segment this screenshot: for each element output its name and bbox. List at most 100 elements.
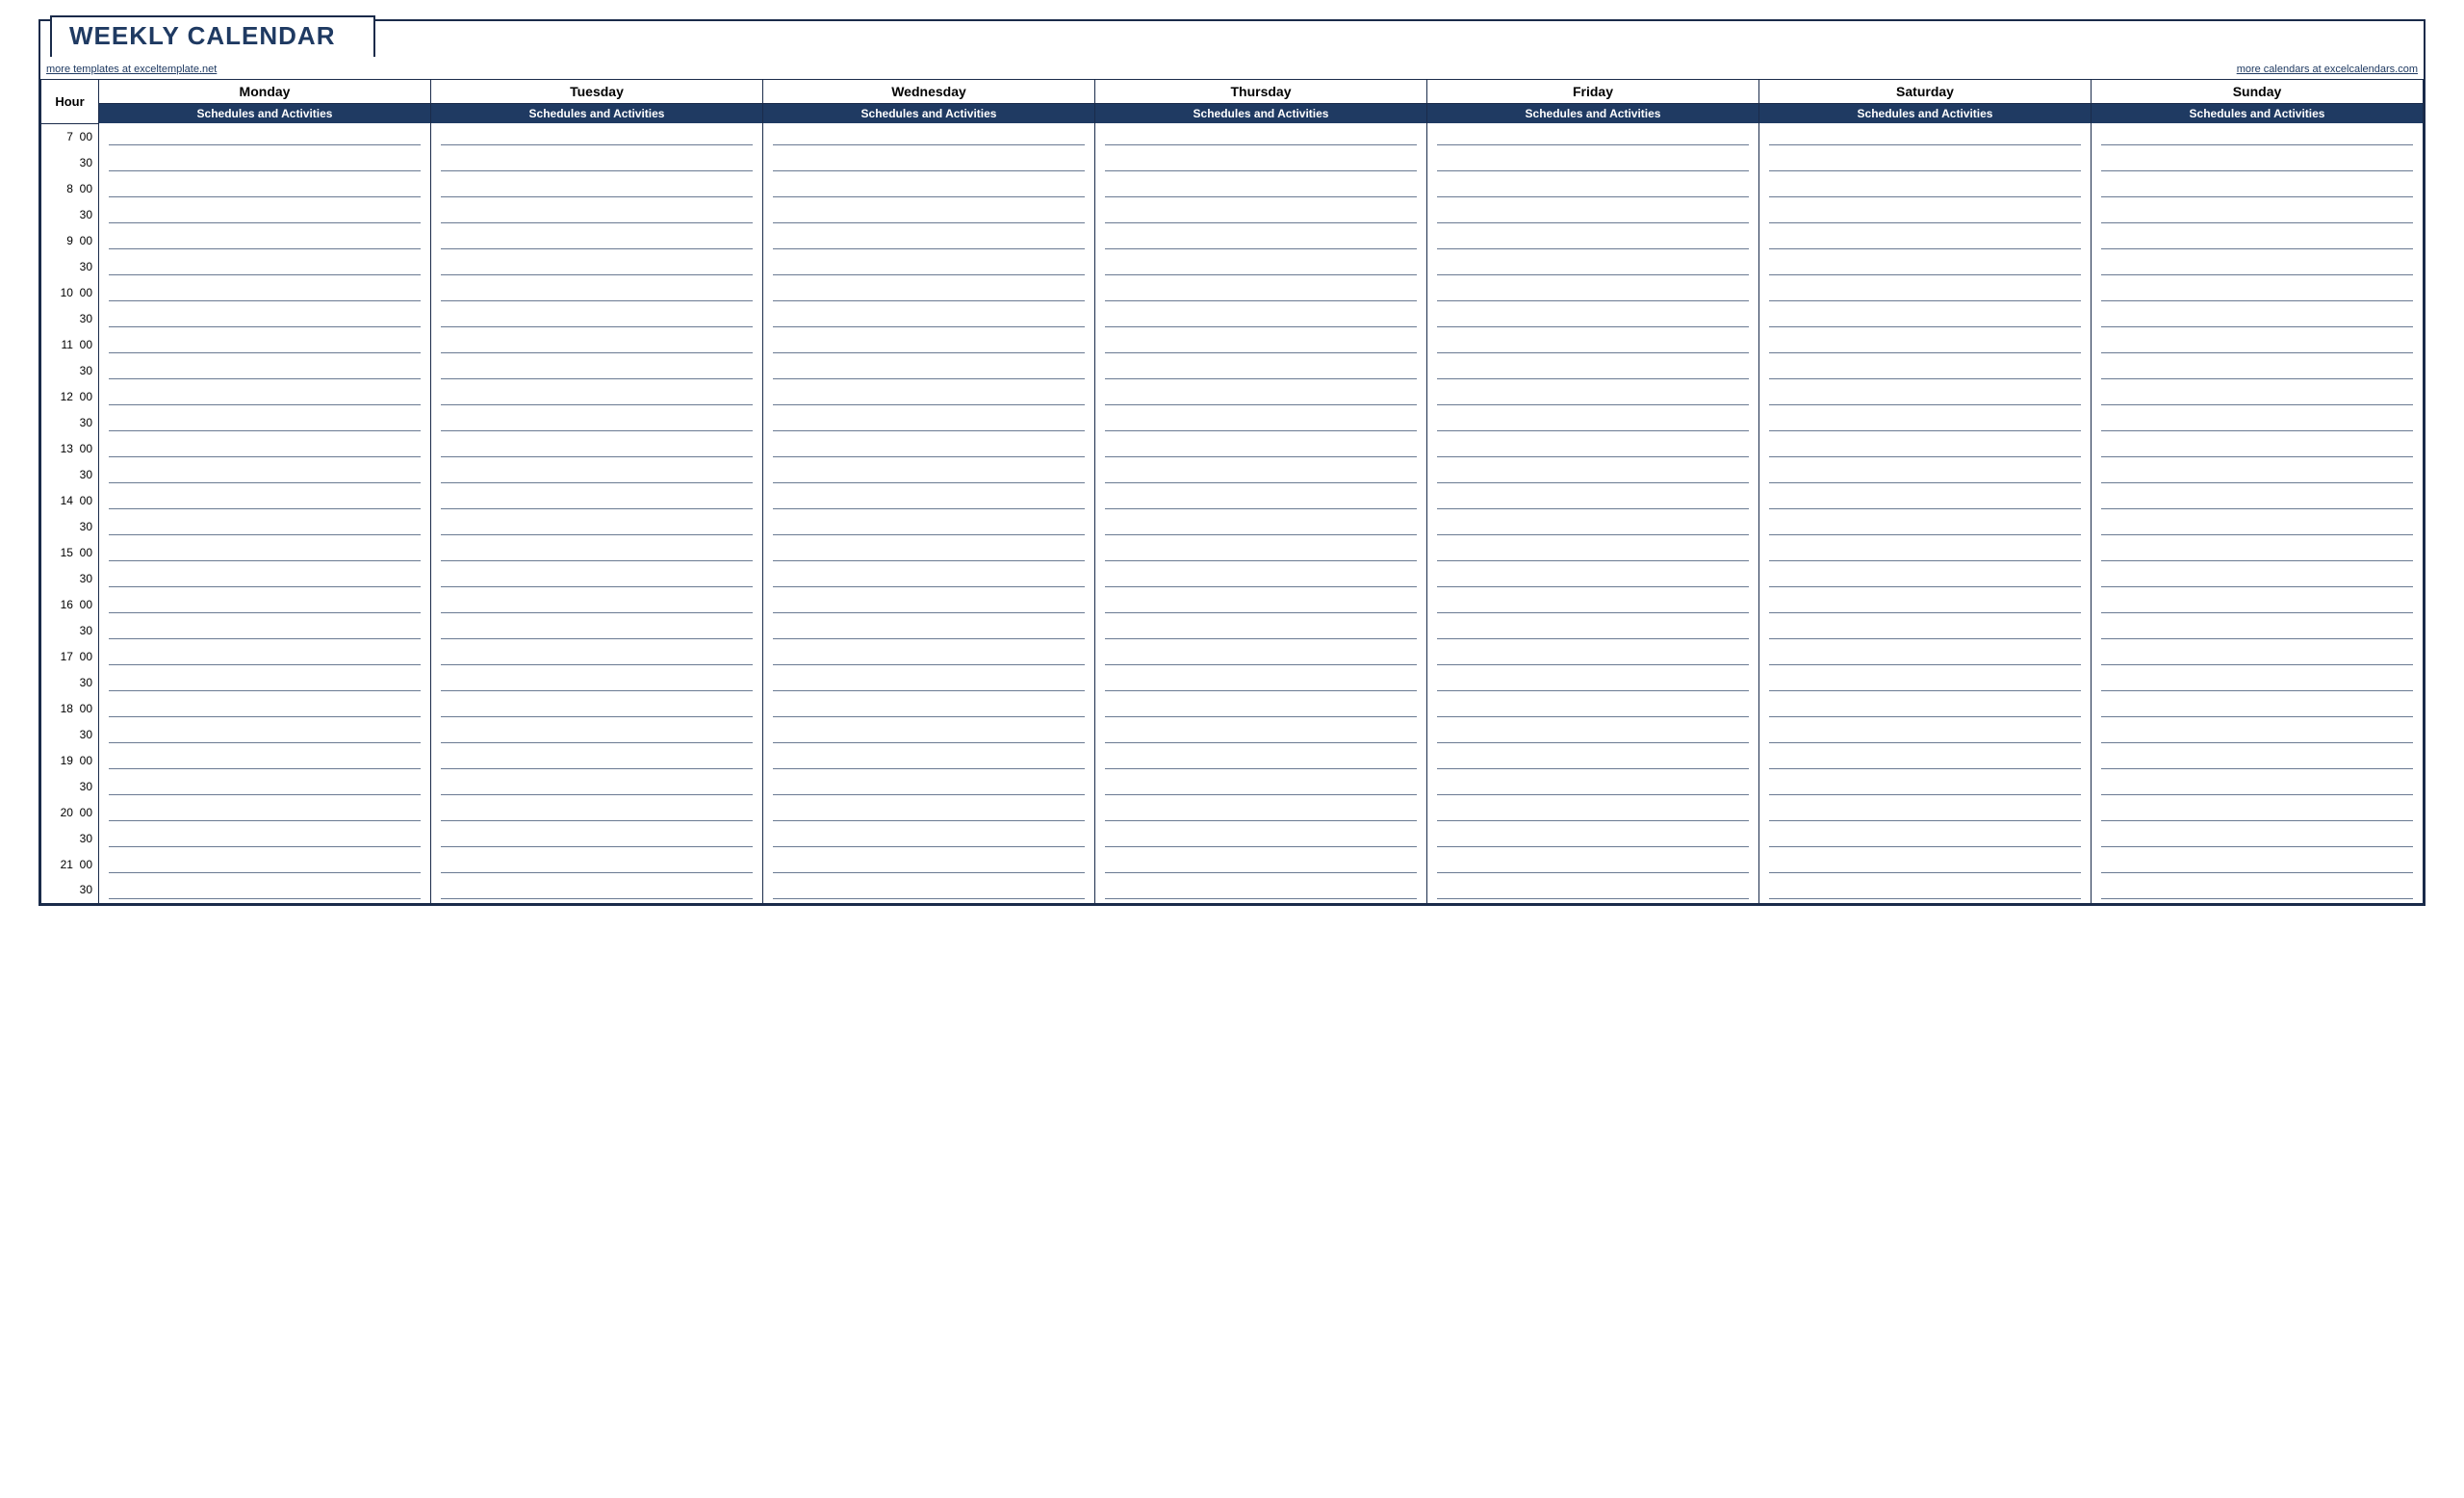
schedule-slot[interactable] bbox=[1427, 409, 1759, 435]
schedule-slot[interactable] bbox=[431, 617, 763, 643]
schedule-slot[interactable] bbox=[1759, 669, 2092, 695]
schedule-slot[interactable] bbox=[431, 539, 763, 565]
schedule-slot[interactable] bbox=[1095, 851, 1427, 877]
schedule-slot[interactable] bbox=[99, 539, 431, 565]
schedule-slot[interactable] bbox=[1759, 695, 2092, 721]
schedule-slot[interactable] bbox=[1427, 539, 1759, 565]
schedule-slot[interactable] bbox=[99, 201, 431, 227]
schedule-slot[interactable] bbox=[431, 357, 763, 383]
schedule-slot[interactable] bbox=[99, 799, 431, 825]
schedule-slot[interactable] bbox=[1427, 825, 1759, 851]
schedule-slot[interactable] bbox=[1427, 149, 1759, 175]
schedule-slot[interactable] bbox=[1759, 513, 2092, 539]
schedule-slot[interactable] bbox=[2092, 773, 2424, 799]
schedule-slot[interactable] bbox=[99, 643, 431, 669]
schedule-slot[interactable] bbox=[1759, 279, 2092, 305]
schedule-slot[interactable] bbox=[99, 123, 431, 149]
schedule-slot[interactable] bbox=[2092, 435, 2424, 461]
schedule-slot[interactable] bbox=[1759, 253, 2092, 279]
schedule-slot[interactable] bbox=[1759, 799, 2092, 825]
schedule-slot[interactable] bbox=[431, 877, 763, 903]
schedule-slot[interactable] bbox=[2092, 201, 2424, 227]
schedule-slot[interactable] bbox=[1759, 747, 2092, 773]
schedule-slot[interactable] bbox=[431, 513, 763, 539]
schedule-slot[interactable] bbox=[99, 461, 431, 487]
schedule-slot[interactable] bbox=[1427, 487, 1759, 513]
schedule-slot[interactable] bbox=[1427, 721, 1759, 747]
schedule-slot[interactable] bbox=[1759, 825, 2092, 851]
schedule-slot[interactable] bbox=[2092, 279, 2424, 305]
schedule-slot[interactable] bbox=[1427, 435, 1759, 461]
schedule-slot[interactable] bbox=[2092, 851, 2424, 877]
schedule-slot[interactable] bbox=[2092, 747, 2424, 773]
schedule-slot[interactable] bbox=[99, 877, 431, 903]
schedule-slot[interactable] bbox=[1759, 383, 2092, 409]
schedule-slot[interactable] bbox=[763, 331, 1095, 357]
schedule-slot[interactable] bbox=[431, 279, 763, 305]
schedule-slot[interactable] bbox=[99, 279, 431, 305]
schedule-slot[interactable] bbox=[431, 409, 763, 435]
schedule-slot[interactable] bbox=[99, 721, 431, 747]
schedule-slot[interactable] bbox=[1095, 799, 1427, 825]
schedule-slot[interactable] bbox=[1095, 513, 1427, 539]
schedule-slot[interactable] bbox=[2092, 565, 2424, 591]
schedule-slot[interactable] bbox=[1427, 591, 1759, 617]
calendars-link[interactable]: more calendars at excelcalendars.com bbox=[2237, 64, 2418, 75]
schedule-slot[interactable] bbox=[1759, 617, 2092, 643]
schedule-slot[interactable] bbox=[99, 253, 431, 279]
schedule-slot[interactable] bbox=[763, 227, 1095, 253]
schedule-slot[interactable] bbox=[99, 383, 431, 409]
schedule-slot[interactable] bbox=[2092, 409, 2424, 435]
schedule-slot[interactable] bbox=[763, 877, 1095, 903]
schedule-slot[interactable] bbox=[99, 669, 431, 695]
schedule-slot[interactable] bbox=[1095, 877, 1427, 903]
schedule-slot[interactable] bbox=[431, 669, 763, 695]
schedule-slot[interactable] bbox=[2092, 513, 2424, 539]
schedule-slot[interactable] bbox=[763, 851, 1095, 877]
schedule-slot[interactable] bbox=[763, 721, 1095, 747]
schedule-slot[interactable] bbox=[1427, 461, 1759, 487]
schedule-slot[interactable] bbox=[1427, 513, 1759, 539]
schedule-slot[interactable] bbox=[1095, 539, 1427, 565]
schedule-slot[interactable] bbox=[1759, 305, 2092, 331]
schedule-slot[interactable] bbox=[2092, 253, 2424, 279]
schedule-slot[interactable] bbox=[2092, 721, 2424, 747]
schedule-slot[interactable] bbox=[2092, 383, 2424, 409]
schedule-slot[interactable] bbox=[431, 305, 763, 331]
schedule-slot[interactable] bbox=[99, 773, 431, 799]
schedule-slot[interactable] bbox=[99, 175, 431, 201]
schedule-slot[interactable] bbox=[431, 175, 763, 201]
schedule-slot[interactable] bbox=[99, 435, 431, 461]
schedule-slot[interactable] bbox=[431, 461, 763, 487]
schedule-slot[interactable] bbox=[763, 747, 1095, 773]
schedule-slot[interactable] bbox=[1095, 305, 1427, 331]
schedule-slot[interactable] bbox=[1427, 357, 1759, 383]
schedule-slot[interactable] bbox=[1095, 149, 1427, 175]
schedule-slot[interactable] bbox=[1427, 331, 1759, 357]
schedule-slot[interactable] bbox=[431, 331, 763, 357]
schedule-slot[interactable] bbox=[431, 695, 763, 721]
schedule-slot[interactable] bbox=[2092, 357, 2424, 383]
schedule-slot[interactable] bbox=[763, 539, 1095, 565]
schedule-slot[interactable] bbox=[431, 227, 763, 253]
schedule-slot[interactable] bbox=[1427, 877, 1759, 903]
schedule-slot[interactable] bbox=[763, 305, 1095, 331]
schedule-slot[interactable] bbox=[1095, 825, 1427, 851]
schedule-slot[interactable] bbox=[1759, 201, 2092, 227]
schedule-slot[interactable] bbox=[1095, 487, 1427, 513]
schedule-slot[interactable] bbox=[1759, 851, 2092, 877]
schedule-slot[interactable] bbox=[2092, 331, 2424, 357]
schedule-slot[interactable] bbox=[1427, 669, 1759, 695]
schedule-slot[interactable] bbox=[763, 825, 1095, 851]
schedule-slot[interactable] bbox=[431, 851, 763, 877]
schedule-slot[interactable] bbox=[2092, 123, 2424, 149]
schedule-slot[interactable] bbox=[1427, 643, 1759, 669]
schedule-slot[interactable] bbox=[1759, 487, 2092, 513]
schedule-slot[interactable] bbox=[1759, 591, 2092, 617]
schedule-slot[interactable] bbox=[2092, 669, 2424, 695]
schedule-slot[interactable] bbox=[1759, 539, 2092, 565]
schedule-slot[interactable] bbox=[431, 253, 763, 279]
schedule-slot[interactable] bbox=[1095, 175, 1427, 201]
schedule-slot[interactable] bbox=[763, 461, 1095, 487]
schedule-slot[interactable] bbox=[1427, 201, 1759, 227]
